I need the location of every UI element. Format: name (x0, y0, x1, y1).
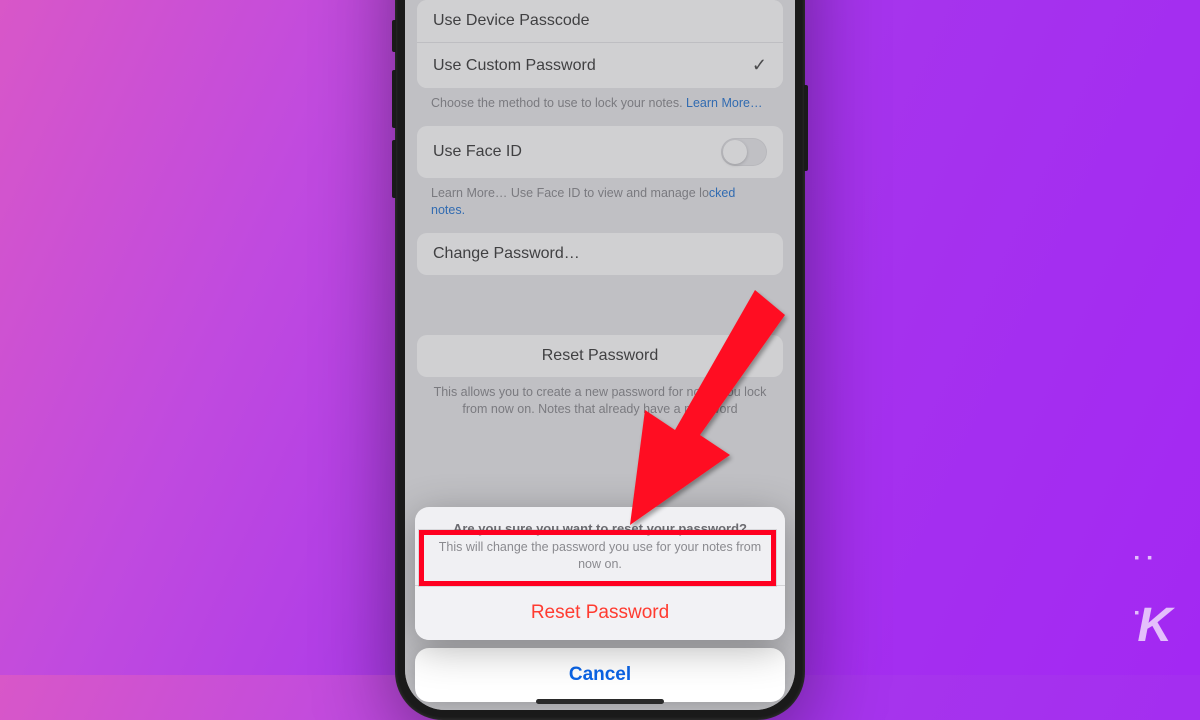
action-sheet-title: Are you sure you want to reset your pass… (435, 521, 765, 536)
home-indicator[interactable] (536, 699, 664, 704)
action-sheet: Are you sure you want to reset your pass… (415, 507, 785, 702)
reset-password-button[interactable]: Reset Password (415, 586, 785, 640)
cancel-button[interactable]: Cancel (415, 648, 785, 702)
reset-password-row[interactable]: Reset Password (417, 335, 783, 377)
learn-more-link[interactable]: Learn More… (686, 96, 762, 110)
face-id-footnote: Learn More… Use Face ID to view and mana… (405, 178, 795, 233)
phone-screen: Use Device Passcode Use Custom Password … (405, 0, 795, 710)
notes-password-settings: Use Device Passcode Use Custom Password … (405, 0, 795, 431)
use-face-id-label: Use Face ID (433, 143, 522, 161)
reset-footnote: This allows you to create a new password… (405, 377, 795, 432)
use-custom-password-label: Use Custom Password (433, 57, 596, 75)
side-button (804, 85, 808, 171)
use-device-passcode-row[interactable]: Use Device Passcode (417, 0, 783, 43)
reset-password-label: Reset Password (542, 347, 659, 365)
watermark-logo: ▪ ▪▪K (1130, 543, 1170, 653)
action-sheet-header: Are you sure you want to reset your pass… (415, 507, 785, 586)
use-face-id-row[interactable]: Use Face ID (417, 126, 783, 178)
lock-method-footnote: Choose the method to use to lock your no… (405, 88, 795, 126)
use-device-passcode-label: Use Device Passcode (433, 12, 590, 30)
checkmark-icon: ✓ (752, 55, 767, 76)
phone-frame: Use Device Passcode Use Custom Password … (395, 0, 805, 720)
change-password-row[interactable]: Change Password… (417, 233, 783, 275)
action-sheet-subtitle: This will change the password you use fo… (435, 539, 765, 573)
use-custom-password-row[interactable]: Use Custom Password ✓ (417, 43, 783, 88)
face-id-toggle[interactable] (721, 138, 767, 166)
volume-up-button (392, 70, 396, 128)
volume-down-button (392, 140, 396, 198)
change-password-label: Change Password… (433, 245, 580, 263)
silence-switch (392, 20, 396, 52)
